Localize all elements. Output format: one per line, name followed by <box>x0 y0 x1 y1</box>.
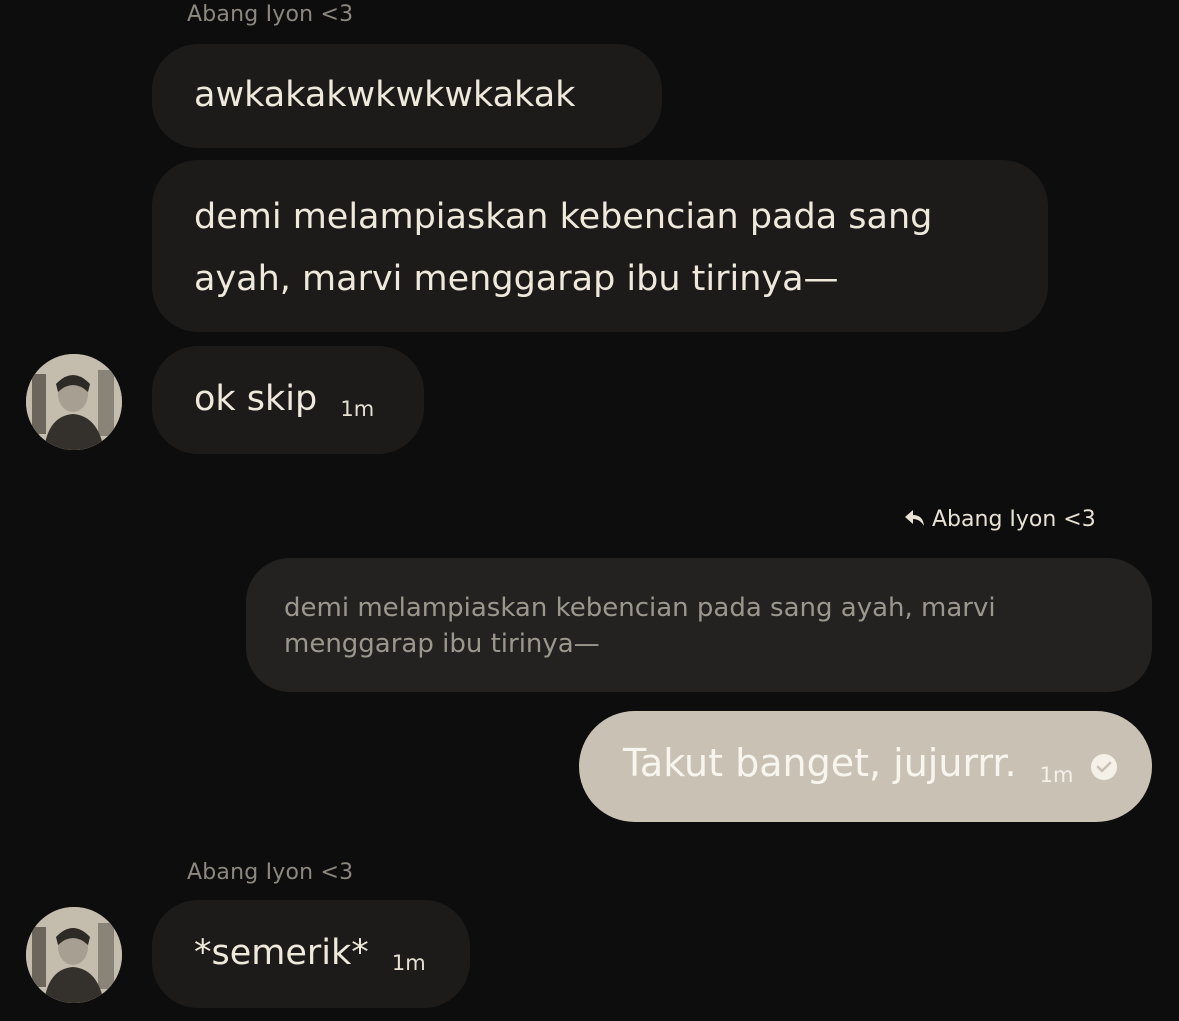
reply-arrow-icon <box>904 508 926 534</box>
message-time: 1m <box>340 397 375 421</box>
message-text: ok skip <box>194 379 318 419</box>
message-bubble[interactable]: *semerik* 1m <box>152 900 470 1008</box>
chat-screen: Abang Iyon <3 awkakakwkwkwkakak demi mel… <box>0 0 1179 1021</box>
message-text: *semerik* <box>194 933 369 973</box>
outgoing-message-bubble[interactable]: Takut banget, jujurrr. 1m <box>579 711 1152 822</box>
message-bubble[interactable]: awkakakwkwkwkakak <box>152 44 662 148</box>
avatar[interactable] <box>26 354 122 450</box>
avatar-photo <box>26 907 122 1003</box>
message-text: awkakakwkwkwkakak <box>194 75 576 115</box>
reply-to-name: Abang Iyon <3 <box>932 507 1096 532</box>
message-text-line: ayah, marvi menggarap ibu tirinya— <box>194 259 839 299</box>
avatar[interactable] <box>26 907 122 1003</box>
quoted-message[interactable]: demi melampiaskan kebencian pada sang ay… <box>246 558 1152 692</box>
sender-name: Abang Iyon <3 <box>187 860 354 885</box>
message-bubble[interactable]: demi melampiaskan kebencian pada sang ay… <box>152 160 1048 332</box>
message-time: 1m <box>1039 763 1074 787</box>
quoted-text-line: demi melampiaskan kebencian pada sang ay… <box>284 593 996 623</box>
avatar-photo <box>26 354 122 450</box>
read-check-icon <box>1090 754 1117 780</box>
sender-name: Abang Iyon <3 <box>187 2 354 27</box>
message-bubble[interactable]: ok skip 1m <box>152 346 424 454</box>
message-text: Takut banget, jujurrr. <box>623 741 1017 785</box>
message-time: 1m <box>391 951 426 975</box>
reply-to-label: Abang Iyon <3 <box>904 507 1096 534</box>
quoted-text-line: menggarap ibu tirinya— <box>284 629 600 659</box>
message-text-line: demi melampiaskan kebencian pada sang <box>194 197 933 237</box>
